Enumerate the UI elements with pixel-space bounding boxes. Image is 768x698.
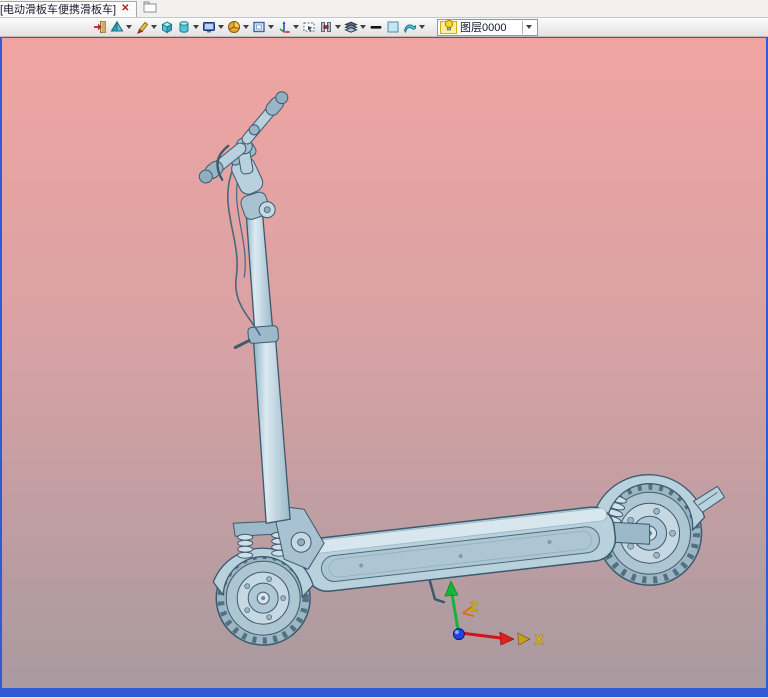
select-region-icon — [302, 20, 316, 34]
sketch-pencil-icon — [135, 20, 149, 34]
frame-tool-button[interactable] — [251, 19, 275, 36]
dropdown-arrow[interactable] — [360, 25, 366, 29]
sketch-tool-button[interactable] — [134, 19, 158, 36]
layers-tool-button[interactable] — [343, 19, 367, 36]
exit-button[interactable] — [92, 19, 108, 36]
chevron-down-icon — [526, 25, 532, 29]
line-width-icon — [369, 20, 383, 34]
dropdown-arrow[interactable] — [419, 25, 425, 29]
right-grip — [241, 91, 289, 145]
origin-triad: Z X — [444, 580, 544, 647]
tab-close-icon[interactable]: ✕ — [121, 4, 129, 14]
deck[interactable] — [302, 505, 618, 594]
section-beam-icon — [319, 20, 333, 34]
new-tab-button[interactable] — [143, 0, 157, 17]
main-toolbar: 图层0000 — [0, 18, 768, 37]
layer-combo-dropdown[interactable] — [522, 20, 535, 34]
viewport-scene: Z X — [196, 89, 725, 647]
dropdown-arrow[interactable] — [293, 25, 299, 29]
dropdown-arrow[interactable] — [268, 25, 274, 29]
axes-icon — [277, 20, 291, 34]
line-width-button[interactable] — [368, 19, 384, 36]
layer-visibility-toggle[interactable] — [440, 18, 457, 36]
bell[interactable] — [248, 124, 260, 136]
layer-combo[interactable]: 图层0000 — [437, 18, 538, 36]
cad-application-window: [电动滑板车便携滑板车] ✕ 图层0000 Z X — [0, 0, 768, 698]
select-region-button[interactable] — [301, 19, 317, 36]
cylinder-icon — [177, 20, 191, 34]
cylinder-tool-button[interactable] — [176, 19, 200, 36]
document-tab-bar: [电动滑板车便携滑板车] ✕ — [0, 0, 768, 18]
section-tool-button[interactable] — [318, 19, 342, 36]
layers-stack-icon — [344, 20, 358, 34]
pie-sphere-icon — [227, 20, 241, 34]
surface-sheet-icon — [403, 20, 417, 34]
layer-combo-value: 图层0000 — [460, 22, 507, 34]
new-document-icon — [143, 0, 157, 17]
handlebar[interactable] — [196, 89, 290, 186]
frame-icon — [252, 20, 266, 34]
viewport-3d[interactable]: Z X — [0, 37, 768, 697]
electric-scooter-model[interactable] — [196, 89, 725, 646]
dropdown-arrow[interactable] — [126, 25, 132, 29]
dropdown-arrow[interactable] — [193, 25, 199, 29]
lightbulb-icon — [443, 18, 455, 36]
document-tab-title: [电动滑板车便携滑板车] — [0, 4, 117, 16]
kickstand[interactable] — [428, 579, 446, 604]
cube-tool-button[interactable] — [159, 19, 175, 36]
color-swatch-icon — [386, 20, 400, 34]
dropdown-arrow[interactable] — [218, 25, 224, 29]
dropdown-arrow[interactable] — [335, 25, 341, 29]
display-tool-button[interactable] — [201, 19, 225, 36]
surface-tool-button[interactable] — [402, 19, 426, 36]
pie-tool-button[interactable] — [226, 19, 250, 36]
pyramid-icon — [110, 20, 124, 34]
clamp-lever — [233, 339, 251, 350]
axes-tool-button[interactable] — [276, 19, 300, 36]
dropdown-arrow[interactable] — [243, 25, 249, 29]
z-axis-label: Z — [470, 599, 478, 614]
cube-icon — [160, 20, 174, 34]
pyramid-tool-button[interactable] — [109, 19, 133, 36]
monitor-icon — [202, 20, 216, 34]
color-swatch-button[interactable] — [385, 19, 401, 36]
stem[interactable] — [233, 198, 291, 524]
dropdown-arrow[interactable] — [151, 25, 157, 29]
exit-icon — [93, 20, 107, 34]
document-tab[interactable]: [电动滑板车便携滑板车] ✕ — [0, 0, 137, 17]
x-axis-label: X — [535, 632, 544, 647]
